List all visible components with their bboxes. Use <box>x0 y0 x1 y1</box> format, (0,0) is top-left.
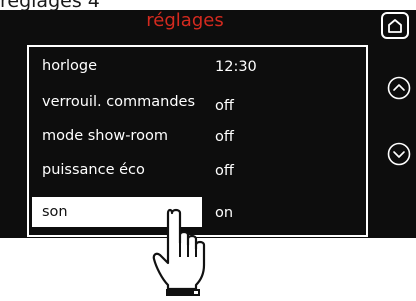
display-screen: réglages horloge 12:30 verrouil. command… <box>0 10 416 238</box>
row-label: son <box>42 204 68 220</box>
row-value: off <box>215 98 234 114</box>
row-value: on <box>215 205 234 221</box>
hand-pointer-icon <box>150 205 212 301</box>
chevron-up-icon <box>387 76 411 100</box>
row-label: mode show-room <box>42 128 168 144</box>
chevron-down-icon <box>387 142 411 166</box>
row-label: puissance éco <box>42 162 145 178</box>
screen-title: réglages <box>146 10 224 31</box>
scroll-up-button[interactable] <box>387 76 411 100</box>
row-value: 12:30 <box>215 59 257 75</box>
home-button[interactable] <box>381 12 409 39</box>
settings-row-show-room[interactable]: mode show-room off <box>29 121 366 151</box>
settings-row-horloge[interactable]: horloge 12:30 <box>29 51 366 81</box>
settings-row-puissance-eco[interactable]: puissance éco off <box>29 155 366 185</box>
settings-row-verrouillage[interactable]: verrouil. commandes off <box>29 87 366 117</box>
row-label: verrouil. commandes <box>42 94 196 110</box>
row-value: off <box>215 129 234 145</box>
scroll-down-button[interactable] <box>387 142 411 166</box>
row-value: off <box>215 163 234 179</box>
row-label: horloge <box>42 58 98 74</box>
home-icon <box>388 19 402 33</box>
